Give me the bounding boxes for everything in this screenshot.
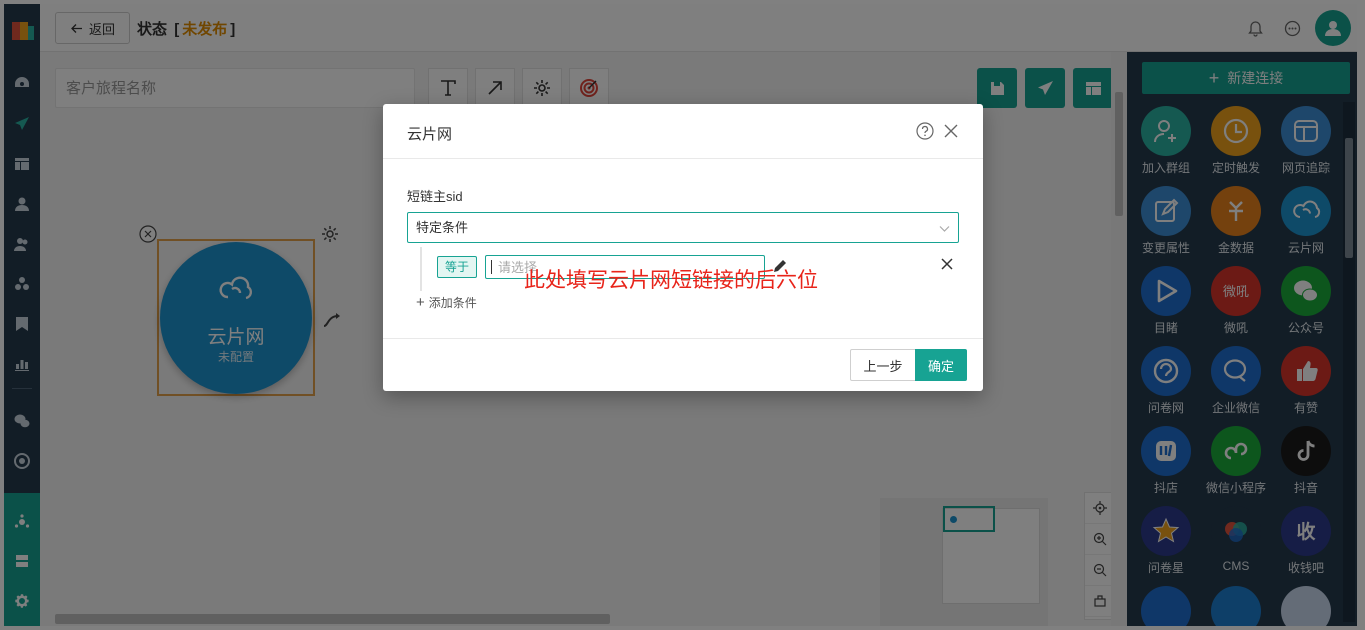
help-icon[interactable]	[916, 122, 934, 140]
operator-tag[interactable]: 等于	[437, 256, 477, 278]
dialog-footer-divider	[383, 338, 983, 339]
dialog-title: 云片网	[407, 126, 453, 143]
condition-tree-line	[420, 247, 422, 291]
config-dialog: 云片网 短链主sid 特定条件 等于 + 添加条件 此处填写云片网短链接的后六位…	[383, 104, 983, 391]
field-label: 短链主sid	[407, 189, 463, 204]
dialog-header: 云片网	[383, 104, 983, 159]
previous-step-button[interactable]: 上一步	[850, 349, 916, 381]
select-value: 特定条件	[416, 220, 469, 235]
add-condition-link[interactable]: + 添加条件	[416, 294, 477, 311]
confirm-button[interactable]: 确定	[915, 349, 967, 381]
remove-condition-icon[interactable]	[940, 257, 954, 271]
close-icon[interactable]	[943, 123, 959, 139]
chevron-down-icon	[939, 226, 950, 232]
text-caret	[491, 260, 492, 274]
condition-type-select[interactable]: 特定条件	[407, 212, 959, 243]
add-condition-label: 添加条件	[428, 296, 477, 310]
plus-icon: +	[416, 294, 425, 311]
annotation-text: 此处填写云片网短链接的后六位	[524, 269, 818, 292]
